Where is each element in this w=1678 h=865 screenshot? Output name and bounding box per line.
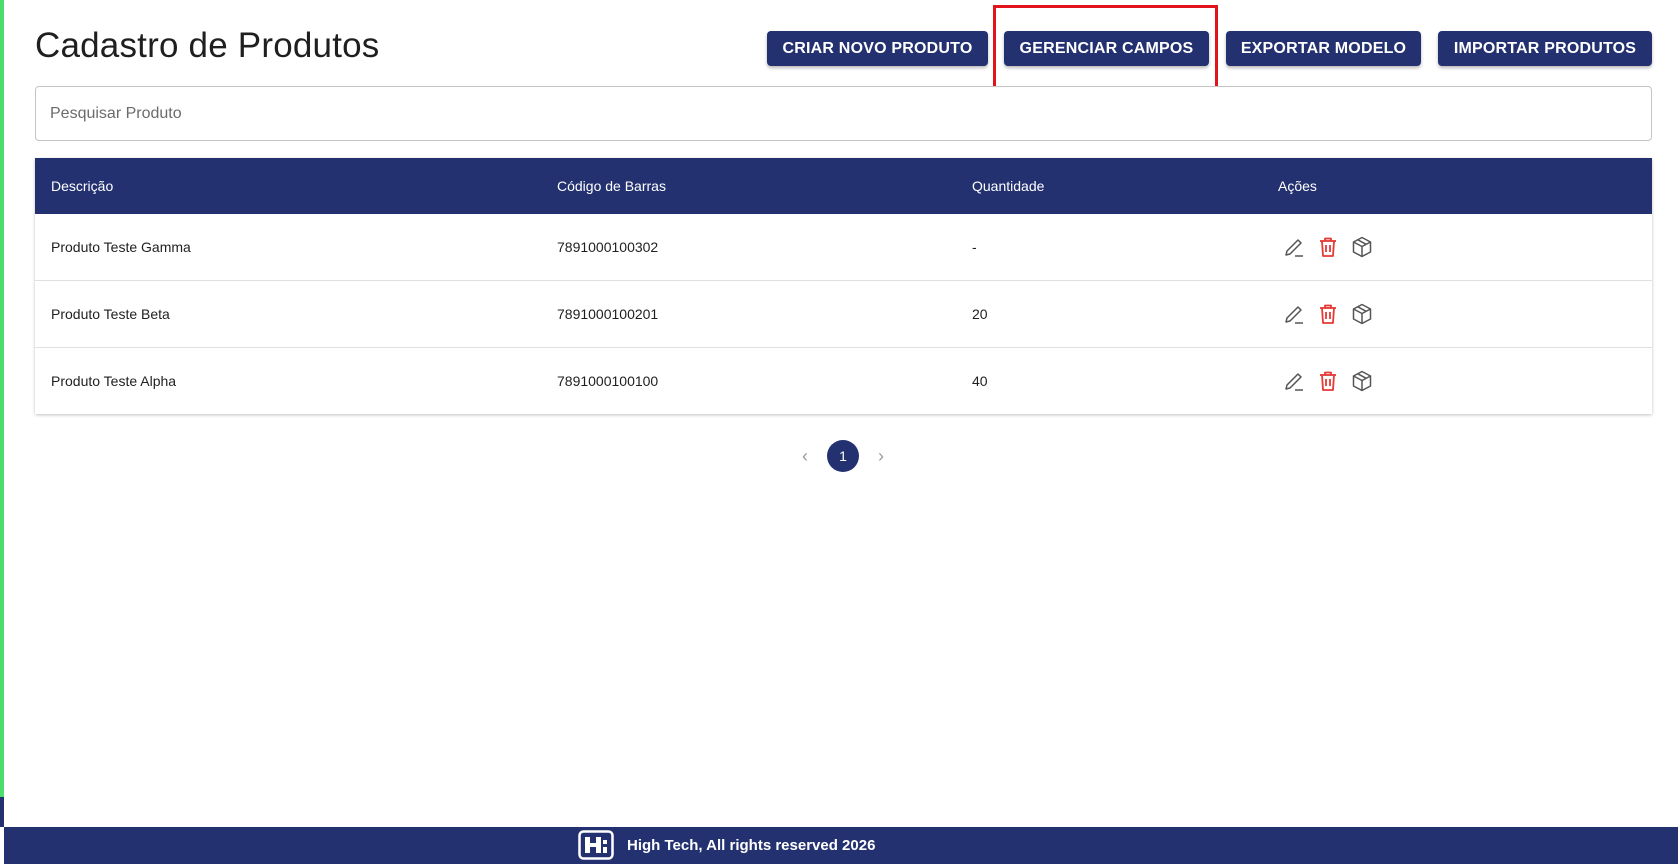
edit-icon[interactable]	[1282, 302, 1306, 326]
table-row: Produto Teste Alpha 7891000100100 40	[35, 347, 1652, 414]
table-header: Descrição Código de Barras Quantidade Aç…	[35, 158, 1652, 214]
page-button-current[interactable]: 1	[827, 440, 859, 472]
cell-quantity: 40	[972, 373, 988, 389]
left-accent-bar	[0, 0, 4, 797]
cell-description: Produto Teste Alpha	[51, 373, 177, 389]
page-title: Cadastro de Produtos	[35, 26, 380, 65]
trash-icon[interactable]	[1316, 235, 1340, 259]
row-actions	[1282, 369, 1374, 393]
header-description: Descrição	[51, 178, 114, 194]
trash-icon[interactable]	[1316, 302, 1340, 326]
left-accent-bar-bottom	[0, 797, 4, 827]
create-product-button[interactable]: CRIAR NOVO PRODUTO	[767, 31, 988, 66]
box-icon[interactable]	[1350, 369, 1374, 393]
header-actions: Ações	[1278, 178, 1317, 194]
header-quantity: Quantidade	[972, 178, 1045, 194]
cell-description: Produto Teste Beta	[51, 306, 170, 322]
cell-barcode: 7891000100201	[557, 306, 659, 322]
footer: High Tech, All rights reserved 2026	[4, 827, 1678, 864]
cell-quantity: -	[972, 239, 977, 255]
chevron-right-icon[interactable]: ›	[865, 440, 897, 472]
row-actions	[1282, 235, 1374, 259]
export-template-button[interactable]: EXPORTAR MODELO	[1226, 31, 1421, 66]
cell-description: Produto Teste Gamma	[51, 239, 191, 255]
chevron-left-icon[interactable]: ‹	[789, 440, 821, 472]
table-body: Produto Teste Gamma 7891000100302 - Prod…	[35, 214, 1652, 414]
box-icon[interactable]	[1350, 235, 1374, 259]
products-table: Descrição Código de Barras Quantidade Aç…	[35, 158, 1652, 414]
cell-barcode: 7891000100100	[557, 373, 659, 389]
edit-icon[interactable]	[1282, 235, 1306, 259]
edit-icon[interactable]	[1282, 369, 1306, 393]
table-row: Produto Teste Gamma 7891000100302 -	[35, 214, 1652, 280]
search-input[interactable]	[35, 86, 1652, 141]
company-logo-icon	[578, 830, 614, 860]
table-row: Produto Teste Beta 7891000100201 20	[35, 280, 1652, 347]
import-products-button[interactable]: IMPORTAR PRODUTOS	[1438, 31, 1652, 66]
cell-quantity: 20	[972, 306, 988, 322]
trash-icon[interactable]	[1316, 369, 1340, 393]
cell-barcode: 7891000100302	[557, 239, 659, 255]
manage-fields-button[interactable]: GERENCIAR CAMPOS	[1004, 31, 1209, 66]
footer-copyright: High Tech, All rights reserved 2026	[627, 837, 876, 854]
row-actions	[1282, 302, 1374, 326]
header-barcode: Código de Barras	[557, 178, 666, 194]
box-icon[interactable]	[1350, 302, 1374, 326]
